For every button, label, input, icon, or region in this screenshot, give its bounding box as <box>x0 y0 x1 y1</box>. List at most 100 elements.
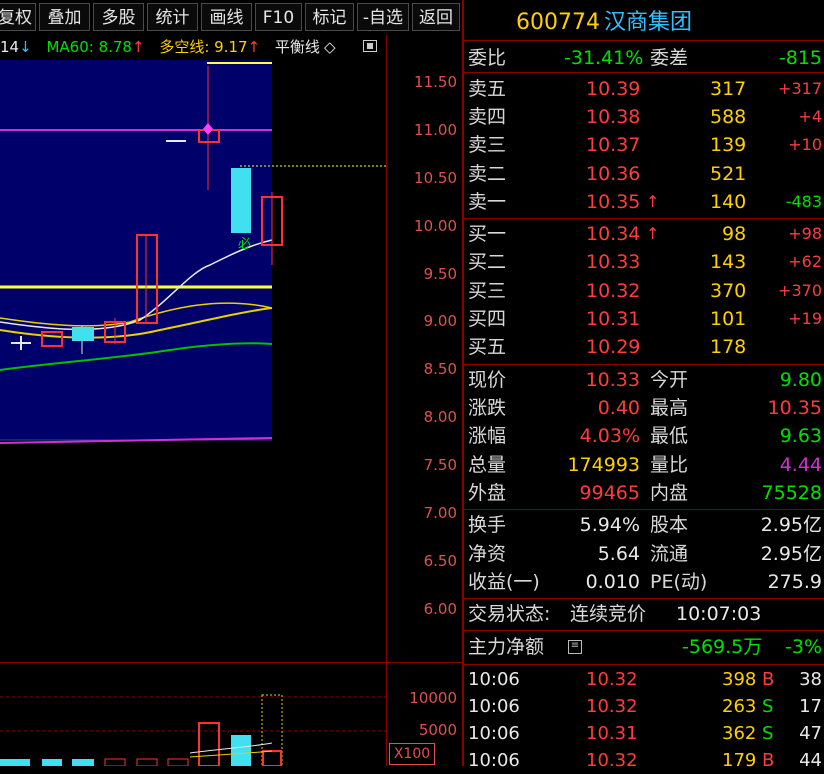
weibi-value: -31.41% <box>564 47 644 69</box>
divider <box>464 509 824 510</box>
volume-axis-label: 5000 <box>418 721 457 739</box>
candle-down-1 <box>72 327 94 341</box>
sell-price: 10.35 <box>586 191 641 213</box>
tick-row: 10:06 10.32 179 B 44 <box>466 747 824 774</box>
fund-label: PE(动) <box>650 571 708 593</box>
stat-label: 涨跌 <box>468 397 507 419</box>
weibi-row: 委比 -31.41% 委差 -815 <box>466 44 824 72</box>
buy-price: 10.34 <box>586 223 641 245</box>
tick-count: 17 <box>799 696 822 717</box>
candlestick-chart[interactable]: 必 <box>0 60 386 662</box>
divider <box>464 40 824 41</box>
tick-price: 10.32 <box>586 669 638 690</box>
stat-value: 75528 <box>761 482 822 504</box>
main-flow-pct: -3% <box>785 636 822 658</box>
volume-axis: 10000 5000 X100 <box>386 663 463 766</box>
statistics-button[interactable]: 统计 <box>147 3 198 31</box>
tick-time: 10:06 <box>468 723 520 744</box>
stat-value: 10.35 <box>767 397 822 419</box>
tick-side: S <box>762 723 774 744</box>
buy-volume: 101 <box>710 308 747 330</box>
list-icon[interactable]: ≡ <box>568 640 582 654</box>
mark-button[interactable]: 标记 <box>305 3 354 31</box>
volume-chart[interactable] <box>0 663 386 766</box>
main-flow-value: -569.5万 <box>682 636 763 658</box>
buy-row-4: 买四 10.31 101 +19 <box>466 305 824 333</box>
price-axis-label: 11.00 <box>414 121 457 139</box>
tick-volume: 398 <box>722 669 757 690</box>
sell-label: 卖四 <box>468 106 507 128</box>
tick-volume: 263 <box>722 696 757 717</box>
price-axis-label: 10.00 <box>414 217 457 235</box>
sell-volume: 317 <box>710 78 747 100</box>
ma-partial-value: 14 <box>0 38 20 56</box>
draw-line-button[interactable]: 画线 <box>201 3 252 31</box>
fund-row-eps: 收益(一) 0.010 PE(动) 275.9 <box>466 568 824 596</box>
quote-panel: 600774 汉商集团 委比 -31.41% 委差 -815 卖五 10.39 3… <box>462 0 824 771</box>
sell-price: 10.36 <box>586 163 641 185</box>
sell-price: 10.39 <box>586 78 641 100</box>
tick-volume: 362 <box>722 723 757 744</box>
buy-volume: 370 <box>710 280 747 302</box>
price-axis-label: 7.50 <box>423 456 457 474</box>
sell-label: 卖二 <box>468 163 507 185</box>
fund-label: 股本 <box>650 514 689 536</box>
tick-volume: 179 <box>722 750 757 771</box>
fund-row-turnover: 换手 5.94% 股本 2.95亿 <box>466 511 824 539</box>
sell-row-3: 卖三 10.37 139 +10 <box>466 131 824 159</box>
weicha-label: 委差 <box>650 47 689 69</box>
volume-bar <box>262 750 282 766</box>
stat-label: 量比 <box>650 454 689 476</box>
tick-time: 10:06 <box>468 696 520 717</box>
stock-name: 汉商集团 <box>603 10 692 35</box>
main-flow-row[interactable]: 主力净额 ≡ -569.5万 -3% <box>466 633 824 661</box>
fund-label: 换手 <box>468 514 507 536</box>
buy-price: 10.32 <box>586 280 641 302</box>
volume-bar <box>231 735 251 766</box>
tick-row: 10:06 10.31 362 S 47 <box>466 720 824 747</box>
buy-row-5: 买五 10.29 178 <box>466 333 824 361</box>
buy-price: 10.31 <box>586 308 641 330</box>
sell-change: +317 <box>778 79 822 98</box>
stat-value: 4.03% <box>579 425 640 447</box>
tick-side: S <box>762 696 774 717</box>
price-axis-label: 10.50 <box>414 169 457 187</box>
tick-time: 10:06 <box>468 750 520 771</box>
balance-line-label[interactable]: 平衡线 <box>275 38 320 56</box>
stat-label: 内盘 <box>650 482 689 504</box>
fund-label: 收益(一) <box>468 571 540 593</box>
volume-bar <box>0 759 30 766</box>
divider <box>464 364 824 365</box>
price-axis-label: 7.00 <box>423 504 457 522</box>
panel-toggle-icon[interactable] <box>363 40 377 52</box>
price-axis-label: 6.50 <box>423 552 457 570</box>
tick-count: 44 <box>799 750 822 771</box>
volume-unit-label: X100 <box>389 743 435 765</box>
buy-change: +370 <box>778 281 822 300</box>
sell-volume: 140 <box>710 191 747 213</box>
main-flow-label: 主力净额 <box>468 636 545 658</box>
stat-value: 10.33 <box>585 369 640 391</box>
tick-side: B <box>762 750 775 771</box>
multi-stock-button[interactable]: 多股 <box>93 3 144 31</box>
stat-label: 总量 <box>468 454 507 476</box>
fund-value: 5.94% <box>579 514 640 536</box>
remove-favorite-button[interactable]: -自选 <box>357 3 409 31</box>
trade-status-value: 连续竞价 <box>570 603 647 625</box>
sell-volume: 588 <box>710 106 747 128</box>
divider <box>464 72 824 73</box>
diamond-icon[interactable]: ◇ <box>324 38 336 56</box>
sell-price: 10.38 <box>586 106 641 128</box>
f10-button[interactable]: F10 <box>255 3 302 31</box>
back-button[interactable]: 返回 <box>412 3 460 31</box>
fund-row-netasset: 净资 5.64 流通 2.95亿 <box>466 540 824 568</box>
price-axis-label: 9.00 <box>423 312 457 330</box>
tick-time: 10:06 <box>468 669 520 690</box>
stat-value: 99465 <box>579 482 640 504</box>
sell-row-5: 卖五 10.39 317 +317 <box>466 75 824 103</box>
overlay-button[interactable]: 叠加 <box>39 3 90 31</box>
price-axis-label: 9.50 <box>423 265 457 283</box>
fund-value: 275.9 <box>767 571 822 593</box>
volume-bar <box>136 758 158 766</box>
restore-rights-button[interactable]: 复权 <box>0 3 36 31</box>
